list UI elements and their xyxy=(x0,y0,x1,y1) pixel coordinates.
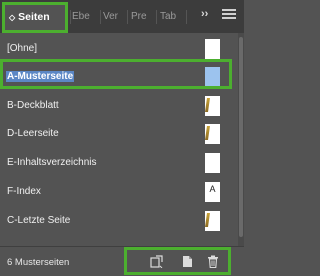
page-thumbnail[interactable] xyxy=(205,39,220,59)
tab-ebenen[interactable]: Ebe xyxy=(72,4,96,29)
master-page-count: 6 Musterseiten xyxy=(7,257,70,268)
tab-seiten[interactable]: ◇ Seiten xyxy=(2,2,68,33)
list-item-label: F-Index xyxy=(7,186,41,197)
new-page-icon[interactable] xyxy=(179,255,195,269)
list-item-label: C-Letzte Seite xyxy=(7,215,71,226)
tab-divider xyxy=(127,10,128,24)
selection-highlight-box xyxy=(0,59,232,89)
panel-tab-bar: ◇ Seiten Ebe Ver Pre Tab ›› xyxy=(0,0,244,33)
thumbnail-graphic xyxy=(205,98,210,112)
thumbnail-graphic xyxy=(205,213,210,227)
page-thumbnail[interactable] xyxy=(205,211,220,231)
thumbnail-letter: A xyxy=(209,184,216,194)
list-item-label: E-Inhaltsverzeichnis xyxy=(7,157,97,168)
tab-divider xyxy=(100,10,101,24)
scrollbar[interactable] xyxy=(238,33,244,246)
tab-divider xyxy=(70,10,71,24)
list-item-label: D-Leerseite xyxy=(7,128,59,139)
page-thumbnail[interactable] xyxy=(205,96,220,116)
scrollbar-thumb[interactable] xyxy=(239,37,243,237)
tab-preflight[interactable]: Pre xyxy=(131,4,153,29)
list-item-d-leerseite[interactable]: D-Leerseite xyxy=(0,121,238,147)
tab-overflow-button[interactable]: ›› xyxy=(201,8,208,20)
pages-panel: ◇ Seiten Ebe Ver Pre Tab ›› [Ohne] A-Must… xyxy=(0,0,244,276)
list-item-c-letzte-seite[interactable]: C-Letzte Seite xyxy=(0,208,238,234)
tab-seiten-label: Seiten xyxy=(18,11,50,23)
list-item-label: [Ohne] xyxy=(7,43,38,54)
delete-page-icon[interactable] xyxy=(205,255,221,269)
list-item-f-index[interactable]: F-Index A xyxy=(0,179,238,205)
tab-divider xyxy=(186,10,187,24)
list-item-label: B-Deckblatt xyxy=(7,100,59,111)
tab-divider xyxy=(156,10,157,24)
thumbnail-graphic xyxy=(205,126,210,140)
tab-verknuepfungen[interactable]: Ver xyxy=(103,4,123,29)
list-item-e-inhaltsverzeichnis[interactable]: E-Inhaltsverzeichnis xyxy=(0,150,238,176)
page-thumbnail[interactable] xyxy=(205,124,220,144)
panel-menu-icon[interactable] xyxy=(222,7,236,23)
page-thumbnail[interactable]: A xyxy=(205,182,220,202)
page-thumbnail[interactable] xyxy=(205,153,220,173)
footer-button-group xyxy=(124,247,231,275)
tab-tabelle[interactable]: Tab xyxy=(160,4,182,29)
list-item-b-deckblatt[interactable]: B-Deckblatt xyxy=(0,93,238,119)
edit-page-size-icon[interactable] xyxy=(149,255,165,269)
collapse-arrows-icon: ◇ xyxy=(9,13,16,22)
panel-footer: 6 Musterseiten xyxy=(0,246,244,276)
